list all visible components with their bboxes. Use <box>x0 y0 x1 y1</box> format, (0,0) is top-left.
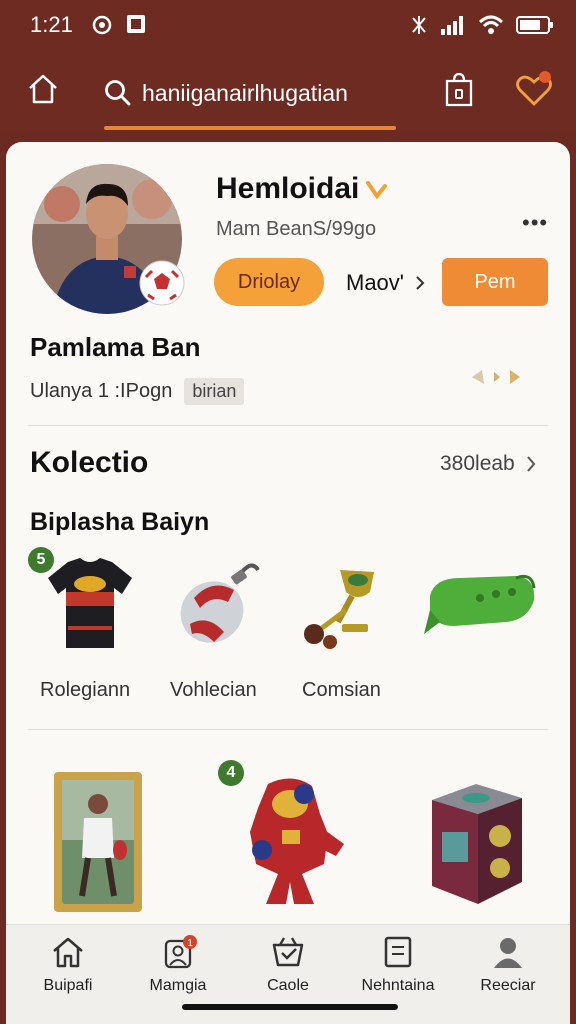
signal-icon <box>441 16 463 35</box>
home-icon <box>53 937 83 968</box>
collection-item-label: Comsian <box>302 679 381 701</box>
app-notification-icon <box>92 15 112 35</box>
wifi-icon <box>478 15 504 34</box>
profile-name-text: Hemloidai <box>216 172 360 205</box>
profile-card: Hemloidai Mam BeanS/99go ••• Driolay Mao… <box>6 142 570 1024</box>
status-notifications <box>92 14 146 36</box>
info-meta-text: Ulanya 1 :IPogn <box>30 380 173 402</box>
trophy-item-icon[interactable] <box>296 562 388 652</box>
vibrate-icon <box>412 16 426 34</box>
more-link-label: Maov' <box>346 270 404 295</box>
nav-item-documents[interactable]: Nehntaina <box>348 935 448 995</box>
punching-bag-item-icon[interactable] <box>172 558 264 648</box>
profile-subtitle: Mam BeanS/99go <box>216 218 377 240</box>
nav-label: Buipafi <box>43 977 93 994</box>
verified-badge-icon <box>366 181 388 200</box>
info-title: Pamlama Ban <box>30 332 201 362</box>
status-bar: 1:21 <box>0 0 576 54</box>
user-icon <box>494 938 522 968</box>
status-time: 1:21 <box>30 12 73 37</box>
collection-title: Kolectio <box>30 446 149 479</box>
search-underline <box>104 126 396 130</box>
search-bar[interactable]: haniiganairlhugatian <box>104 70 396 116</box>
home-indicator <box>182 1004 398 1010</box>
green-gadget-item-icon[interactable] <box>420 570 540 640</box>
svg-text:1: 1 <box>187 938 193 949</box>
player-card-item-icon[interactable] <box>52 770 144 914</box>
chevron-right-icon <box>416 276 425 290</box>
nav-label: Caole <box>267 977 309 994</box>
nav-item-home[interactable]: Buipafi <box>18 935 118 995</box>
more-options-icon[interactable]: ••• <box>522 210 548 236</box>
mystery-box-item-icon[interactable] <box>416 778 536 908</box>
search-input[interactable]: haniiganairlhugatian <box>142 80 348 107</box>
divider <box>28 425 548 426</box>
nav-label: Reeciar <box>480 977 536 994</box>
carousel-arrows-icon[interactable] <box>470 368 532 386</box>
soccer-ball-icon <box>139 260 185 306</box>
more-link[interactable]: Maov' <box>346 270 426 296</box>
shopping-bag-icon[interactable] <box>442 72 476 108</box>
profile-name: Hemloidai <box>216 172 388 206</box>
nav-item-basket[interactable]: Caole <box>238 935 338 995</box>
top-header: haniiganairlhugatian <box>0 54 576 132</box>
info-meta: Ulanya 1 :IPogn birian <box>30 378 245 405</box>
nav-label: Mamgia <box>149 977 207 994</box>
document-icon <box>384 936 412 968</box>
battery-icon <box>516 16 553 34</box>
search-icon <box>105 80 131 106</box>
info-tag[interactable]: birian <box>184 378 245 405</box>
image-notification-icon <box>127 15 145 33</box>
divider <box>28 729 548 730</box>
jersey-item-icon[interactable] <box>44 556 136 652</box>
status-right-icons <box>410 14 554 36</box>
home-icon[interactable] <box>26 72 60 106</box>
nav-item-profile-notifications[interactable]: 1 Mamgia <box>128 935 228 995</box>
mascot-figure-item-icon[interactable] <box>228 774 352 910</box>
wishlist-heart-icon[interactable] <box>514 70 554 110</box>
primary-action-button[interactable]: Pem <box>442 258 548 306</box>
nav-item-account[interactable]: Reeciar <box>458 935 558 995</box>
collection-subtitle: Biplasha Baiyn <box>30 508 210 536</box>
basket-icon <box>272 937 304 967</box>
person-notification-icon: 1 <box>164 935 197 969</box>
chevron-right-icon <box>526 456 536 472</box>
collection-item-label: Rolegiann <box>40 679 131 701</box>
collection-item-label: Vohlecian <box>170 679 257 701</box>
collection-count: 380leab <box>440 452 515 475</box>
collection-count-link[interactable]: 380leab <box>440 452 537 476</box>
nav-label: Nehntaina <box>361 977 435 994</box>
follow-button[interactable]: Driolay <box>214 258 324 306</box>
